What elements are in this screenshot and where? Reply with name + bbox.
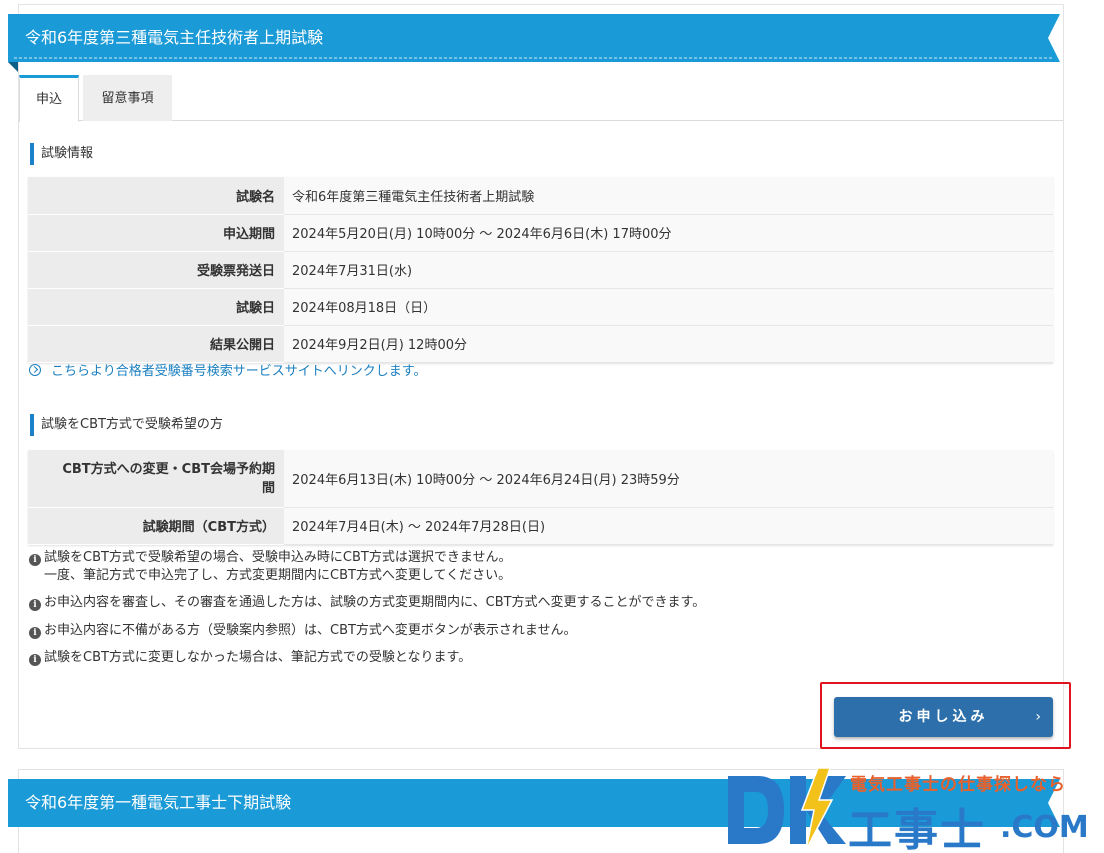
note-item: i お申込内容に不備がある方（受験案内参照）は、CBT方式へ変更ボタンが表示されま…: [29, 622, 577, 640]
exam-info-table: 試験名 令和6年度第三種電気主任技術者上期試験 申込期間 2024年5月20日(…: [28, 177, 1053, 363]
row-value: 2024年08月18日（日）: [284, 288, 1053, 326]
table-row: 申込期間 2024年5月20日(月) 10時00分 ～ 2024年6月6日(木)…: [28, 214, 1053, 252]
row-label-line2: 間: [261, 481, 275, 497]
table-row: 試験期間（CBT方式） 2024年7月4日(木) ～ 2024年7月28日(日): [28, 507, 1053, 545]
row-value: 2024年7月4日(木) ～ 2024年7月28日(日): [284, 507, 1053, 545]
note-text: 試験をCBT方式に変更しなかった場合は、筆記方式での受験となります。: [44, 650, 472, 665]
arrow-circle-right-icon: [29, 364, 41, 376]
row-value: 2024年9月2日(月) 12時00分: [284, 325, 1053, 363]
note-text: お申込内容に不備がある方（受験案内参照）は、CBT方式へ変更ボタンが表示されませ…: [44, 623, 577, 638]
note-text: お申込内容を審査し、その審査を通過した方は、試験の方式変更期間内に、CBT方式へ…: [44, 595, 706, 610]
tab-bar: 申込 留意事項: [19, 75, 1063, 122]
row-label: 試験期間（CBT方式）: [28, 507, 284, 545]
row-value: 令和6年度第三種電気主任技術者上期試験: [284, 177, 1053, 215]
row-label: 結果公開日: [28, 325, 284, 363]
tab-notes[interactable]: 留意事項: [83, 75, 172, 121]
info-icon: i: [29, 654, 41, 666]
row-label: 受験票発送日: [28, 251, 284, 289]
results-search-link[interactable]: こちらより合格者受験番号検索サービスサイトへリンクします。: [29, 362, 426, 382]
note-text: 試験をCBT方式で受験希望の場合、受験申込み時にCBT方式は選択できません。: [44, 550, 512, 565]
row-label: CBT方式への変更・CBT会場予約期 間: [28, 450, 284, 508]
watermark-domain: .COM: [1000, 810, 1089, 845]
note-item: i お申込内容を審査し、その審査を通過した方は、試験の方式変更期間内に、CBT方式…: [29, 594, 705, 612]
cbt-info-table: CBT方式への変更・CBT会場予約期 間 2024年6月13日(木) 10時00…: [28, 450, 1053, 545]
cbt-info-heading: 試験をCBT方式で受験希望の方: [30, 414, 223, 436]
watermark-brand: 工事士: [848, 805, 986, 853]
apply-button-label: お申し込み: [898, 709, 989, 725]
chevron-right-icon: ›: [1035, 709, 1041, 725]
results-search-link-text[interactable]: こちらより合格者受験番号検索サービスサイトへリンクします。: [51, 364, 426, 379]
row-label-line1: CBT方式への変更・CBT会場予約期: [62, 462, 275, 478]
row-value: 2024年5月20日(月) 10時00分 ～ 2024年6月6日(木) 17時0…: [284, 214, 1053, 252]
note-item: i 試験をCBT方式に変更しなかった場合は、筆記方式での受験となります。: [29, 649, 471, 667]
table-row: 試験日 2024年08月18日（日）: [28, 288, 1053, 326]
apply-button[interactable]: お申し込み ›: [834, 697, 1053, 737]
row-value: 2024年6月13日(木) 10時00分 ～ 2024年6月24日(月) 23時…: [284, 450, 1053, 508]
tab-apply[interactable]: 申込: [19, 75, 79, 122]
note-item: i 試験をCBT方式で受験希望の場合、受験申込み時にCBT方式は選択できません。 …: [29, 549, 511, 585]
exam-info-heading: 試験情報: [30, 143, 93, 165]
denki-koujishi-logo-icon: [728, 767, 846, 851]
info-icon: i: [29, 599, 41, 611]
row-label: 試験名: [28, 177, 284, 215]
site-watermark: 電気工事士の仕事探しなら 工事士 .COM: [722, 762, 1100, 853]
exam-title: 令和6年度第三種電気主任技術者上期試験: [25, 28, 324, 47]
info-icon: i: [29, 554, 41, 566]
info-icon: i: [29, 627, 41, 639]
table-row: 受験票発送日 2024年7月31日(水): [28, 251, 1053, 289]
table-row: CBT方式への変更・CBT会場予約期 間 2024年6月13日(木) 10時00…: [28, 450, 1053, 508]
next-exam-title: 令和6年度第一種電気工事士下期試験: [25, 793, 292, 812]
row-value: 2024年7月31日(水): [284, 251, 1053, 289]
row-label: 試験日: [28, 288, 284, 326]
watermark-tagline: 電気工事士の仕事探しなら: [850, 775, 1066, 795]
exam-title-ribbon: 令和6年度第三種電気主任技術者上期試験: [8, 14, 1060, 72]
table-row: 試験名 令和6年度第三種電気主任技術者上期試験: [28, 177, 1053, 215]
table-row: 結果公開日 2024年9月2日(月) 12時00分: [28, 325, 1053, 363]
note-text-continued: 一度、筆記方式で申込完了し、方式変更期間内にCBT方式へ変更してください。: [44, 568, 512, 583]
row-label: 申込期間: [28, 214, 284, 252]
